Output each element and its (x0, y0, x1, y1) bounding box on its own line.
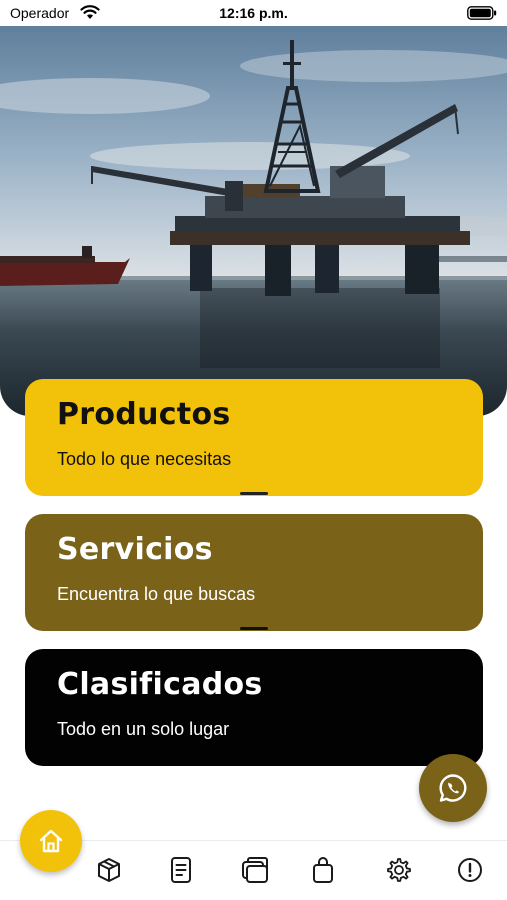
products-card[interactable]: Productos Todo lo que necesitas (25, 379, 483, 496)
nav-settings[interactable] (383, 855, 413, 885)
clock: 12:16 p.m. (219, 5, 288, 21)
services-subtitle: Encuentra lo que buscas (57, 584, 256, 604)
battery-icon (467, 6, 497, 20)
box-icon (98, 858, 120, 882)
offshore-platform-image (0, 26, 507, 416)
hero-banner (0, 26, 507, 416)
document-icon (171, 857, 191, 883)
products-title: Productos (57, 397, 231, 432)
nav-home[interactable] (20, 810, 82, 872)
products-subtitle: Todo lo que necesitas (57, 449, 232, 469)
nav-documents[interactable] (166, 855, 196, 885)
services-title: Servicios (57, 532, 213, 567)
nav-cart[interactable] (308, 855, 338, 885)
whatsapp-icon (439, 774, 467, 802)
alert-icon (458, 858, 482, 882)
classifieds-title: Clasificados (57, 667, 263, 702)
classifieds-subtitle: Todo en un solo lugar (57, 719, 230, 739)
nav-services[interactable] (240, 855, 270, 885)
whatsapp-button[interactable] (419, 754, 487, 822)
nav-products[interactable] (94, 855, 124, 885)
cards-icon (242, 857, 268, 883)
card-handle (240, 492, 268, 495)
services-card[interactable]: Servicios Encuentra lo que buscas (25, 514, 483, 631)
gear-icon (387, 858, 411, 882)
status-bar: Operador 12:16 p.m. (0, 0, 507, 26)
home-icon (39, 829, 63, 853)
card-handle (240, 627, 268, 630)
classifieds-card[interactable]: Clasificados Todo en un solo lugar (25, 649, 483, 766)
bag-icon (313, 857, 333, 883)
nav-info[interactable] (455, 855, 485, 885)
